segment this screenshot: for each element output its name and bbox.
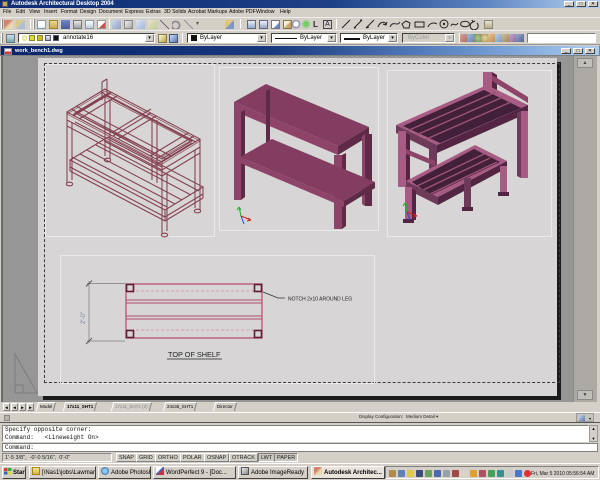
svg-text:TOP OF SHELF: TOP OF SHELF bbox=[168, 350, 221, 359]
svg-text:2'-0": 2'-0" bbox=[81, 312, 87, 324]
svg-text:NOTCH 2x10 AROUND LEG: NOTCH 2x10 AROUND LEG bbox=[288, 297, 352, 303]
